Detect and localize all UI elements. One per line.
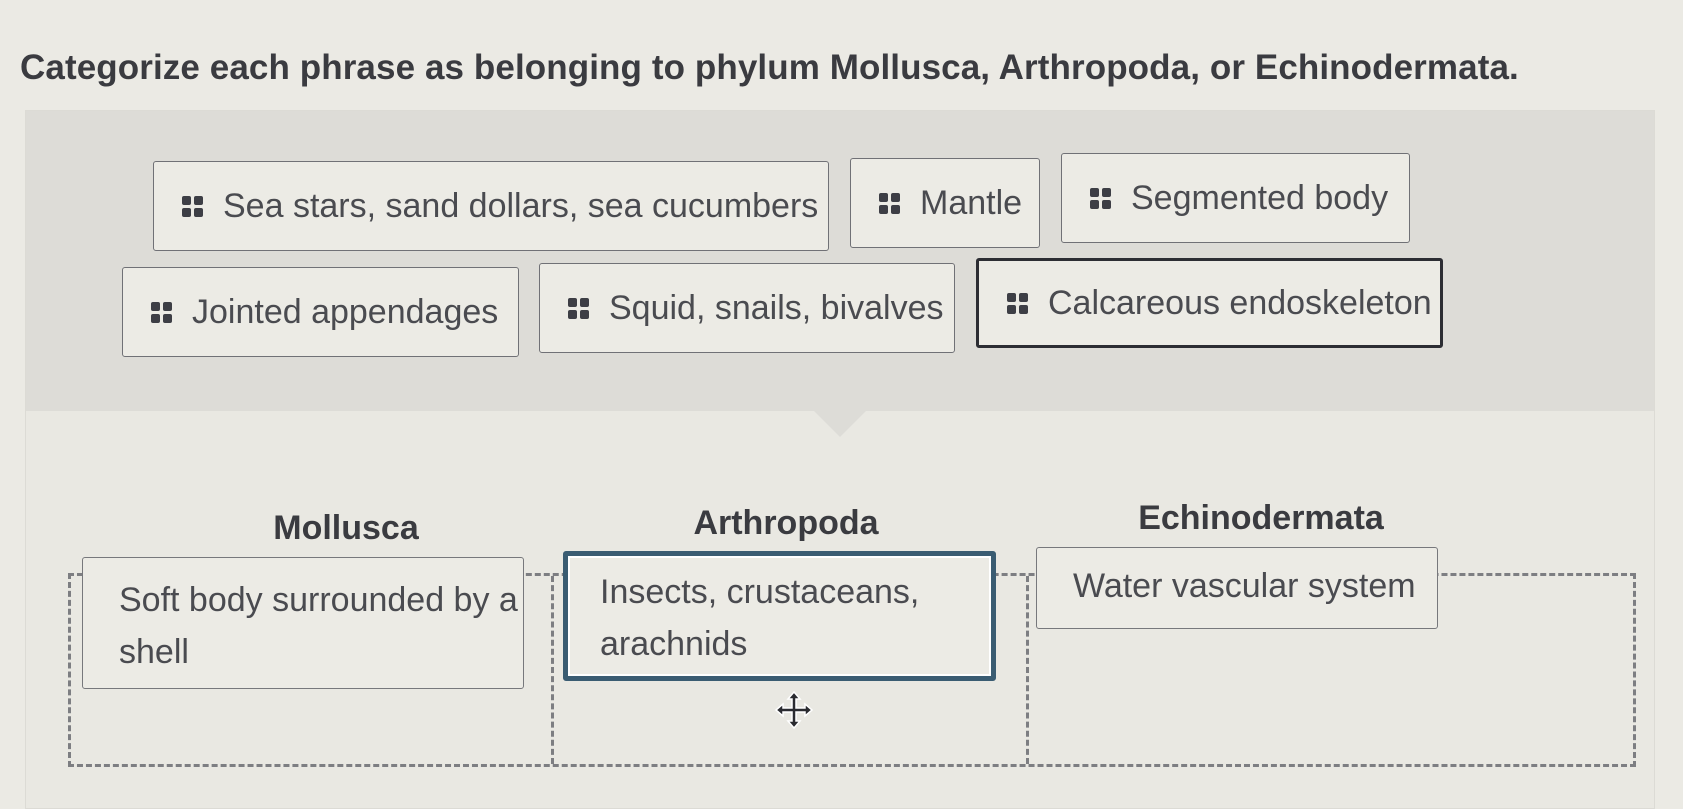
chip-label: Sea stars, sand dollars, sea cucumbers [223, 186, 819, 225]
question-prompt: Categorize each phrase as belonging to p… [20, 48, 1519, 87]
move-cursor-icon [774, 690, 814, 730]
drop-zone-arthropoda-item[interactable]: Insects, crustaceans, arachnids [563, 551, 996, 681]
source-bank[interactable]: Sea stars, sand dollars, sea cucumbers M… [26, 111, 1654, 411]
drag-handle-icon[interactable] [1090, 187, 1111, 209]
placed-item-label: Insects, crustaceans, arachnids [600, 573, 920, 663]
chip-label: Calcareous endoskeleton [1048, 283, 1432, 322]
drop-zone-divider [1026, 576, 1029, 764]
draggable-chip[interactable]: Segmented body [1061, 153, 1410, 243]
drop-zone-mollusca-item[interactable]: Soft body surrounded by a shell [82, 557, 524, 689]
chip-label: Squid, snails, bivalves [609, 288, 944, 327]
chip-label: Mantle [920, 183, 1023, 222]
placed-item-label: Water vascular system [1073, 567, 1416, 605]
drag-handle-icon[interactable] [151, 301, 172, 323]
drop-zone-echinodermata-item[interactable]: Water vascular system [1036, 547, 1438, 629]
chip-label: Jointed appendages [192, 292, 499, 331]
category-heading-mollusca: Mollusca [273, 509, 419, 547]
drag-handle-icon[interactable] [182, 195, 203, 217]
drag-handle-icon[interactable] [879, 192, 900, 214]
draggable-chip[interactable]: Squid, snails, bivalves [539, 263, 955, 353]
placed-item-label: Soft body surrounded by a shell [119, 581, 518, 671]
draggable-chip-selected[interactable]: Calcareous endoskeleton [976, 258, 1443, 348]
page: Categorize each phrase as belonging to p… [0, 0, 1683, 809]
drop-zone-divider [551, 576, 554, 764]
categorize-activity: Sea stars, sand dollars, sea cucumbers M… [25, 110, 1655, 809]
chip-label: Segmented body [1131, 178, 1389, 217]
bank-pointer-notch [814, 411, 866, 437]
category-heading-echinodermata: Echinodermata [1138, 499, 1384, 537]
category-heading-arthropoda: Arthropoda [693, 504, 879, 542]
draggable-chip[interactable]: Sea stars, sand dollars, sea cucumbers [153, 161, 829, 251]
drag-handle-icon[interactable] [1007, 292, 1028, 314]
draggable-chip[interactable]: Mantle [850, 158, 1040, 248]
draggable-chip[interactable]: Jointed appendages [122, 267, 519, 357]
drag-handle-icon[interactable] [568, 297, 589, 319]
